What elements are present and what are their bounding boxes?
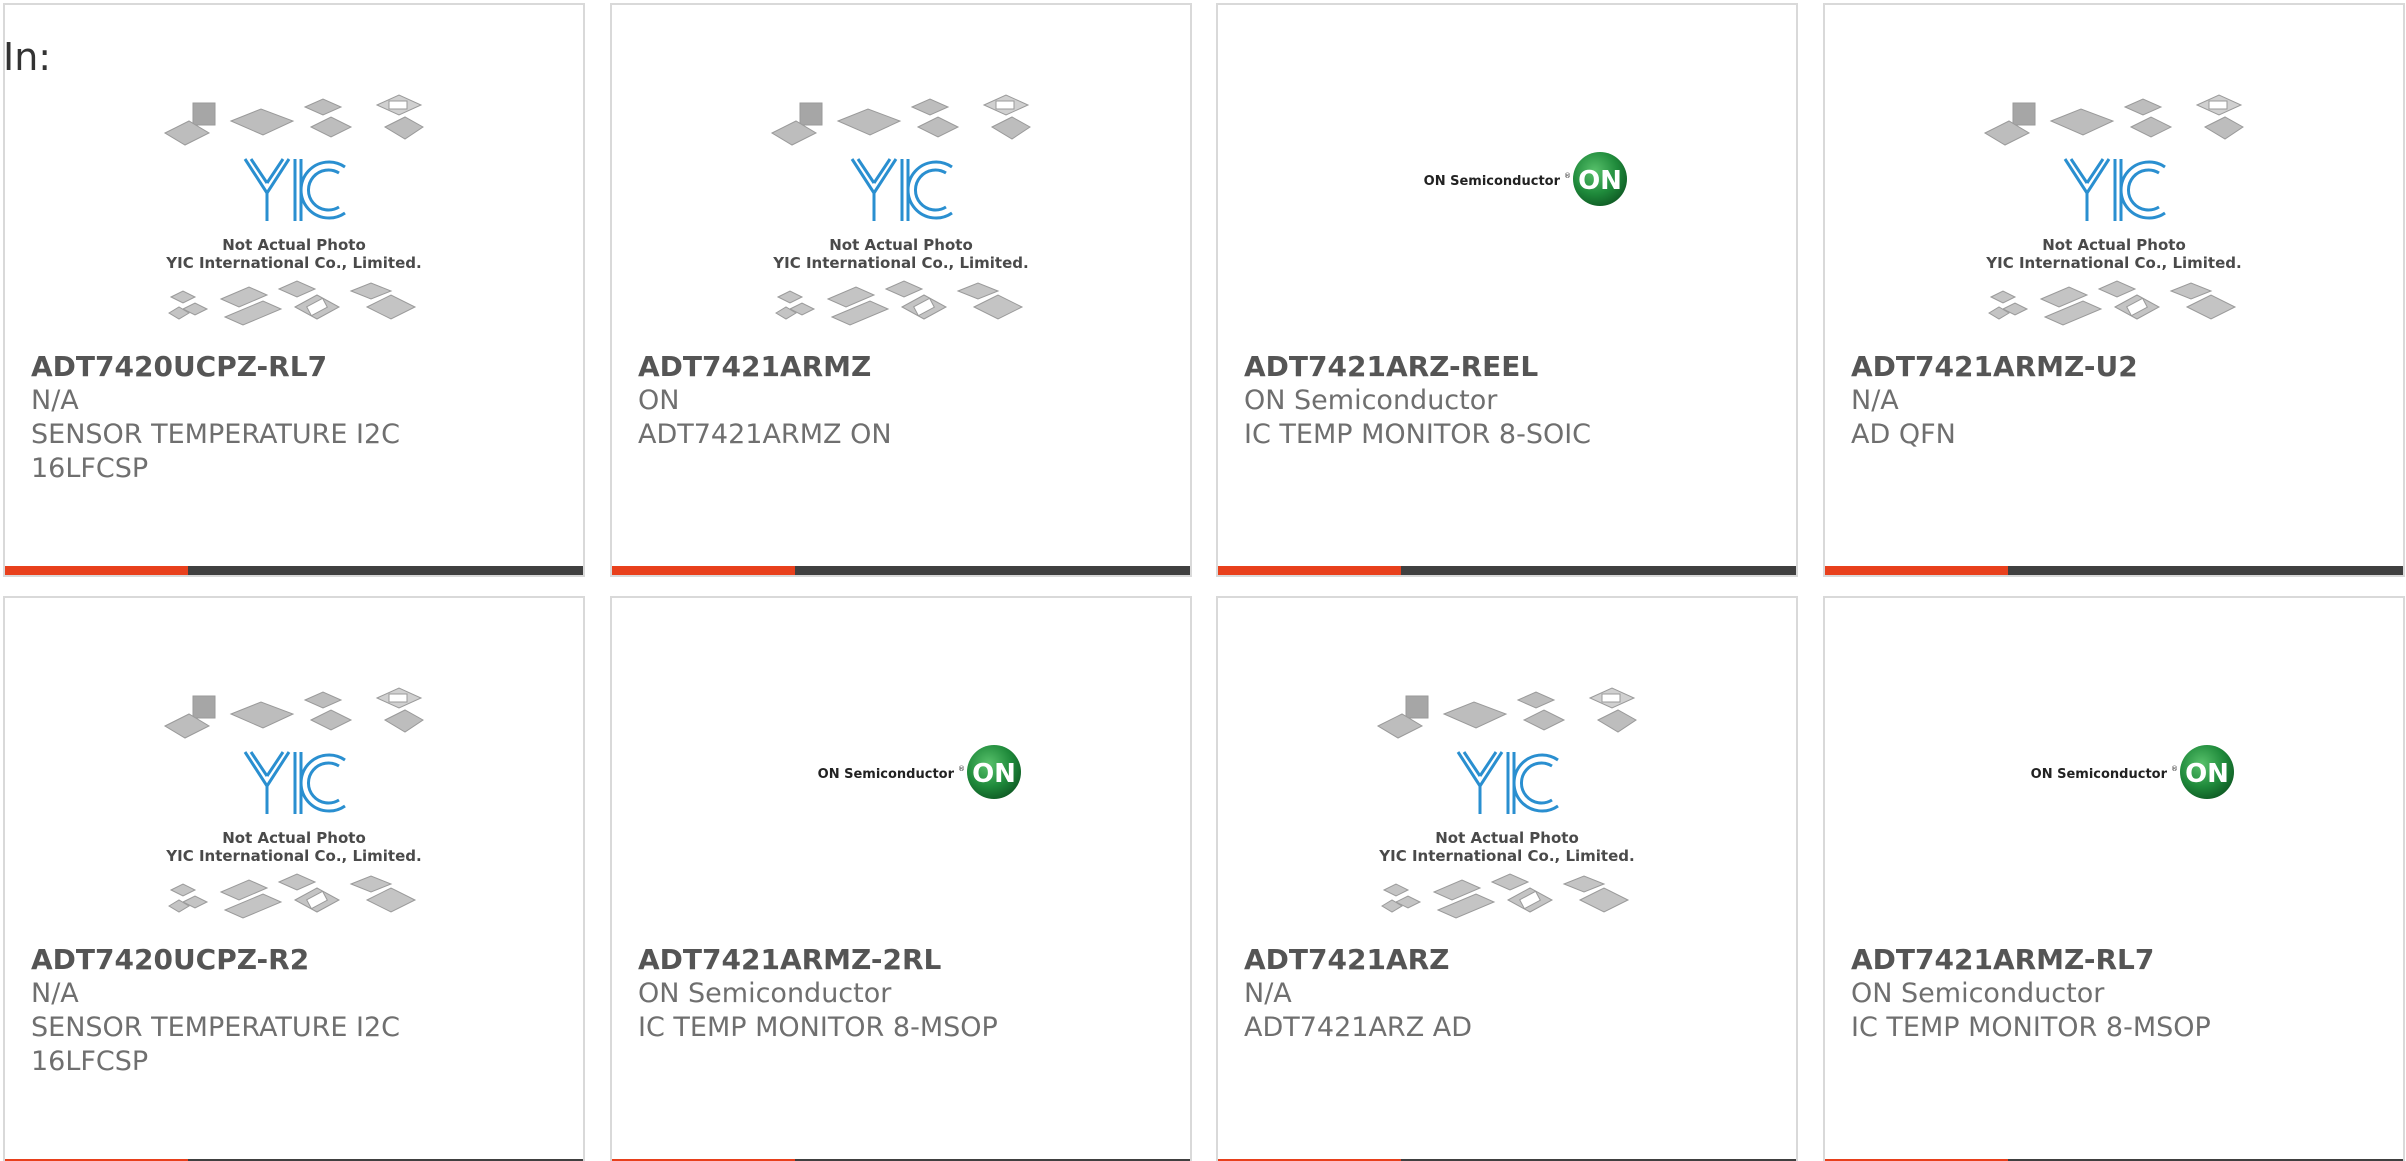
card-bottom-bar xyxy=(1218,566,1796,575)
manufacturer-text: ON Semiconductor xyxy=(638,978,892,1009)
part-number-link[interactable]: ADT7420UCPZ-R2 xyxy=(31,943,551,977)
product-image[interactable]: Not Actual Photo YIC International Co., … xyxy=(5,678,583,948)
product-image[interactable]: Not Actual Photo YIC International Co., … xyxy=(1218,678,1796,948)
product-card[interactable]: Not Actual Photo YIC International Co., … xyxy=(1216,596,1798,1161)
description-text-line2: 16LFCSP xyxy=(31,1046,149,1077)
product-info: ADT7420UCPZ-RL7 N/A SENSOR TEMPERATURE I2C… xyxy=(31,350,551,486)
yic-caption-line2: YIC International Co., Limited. xyxy=(1378,847,1634,865)
product-card[interactable]: Not Actual Photo YIC International Co., … xyxy=(3,596,585,1161)
manufacturer-text: N/A xyxy=(31,385,79,416)
yic-caption-line1: Not Actual Photo xyxy=(2042,236,2186,254)
yic-caption-line1: Not Actual Photo xyxy=(829,236,973,254)
card-accent-bar xyxy=(1825,566,2008,575)
product-card[interactable]: ON Semiconductor ® ON ADT7421ARMZ-RL7 ON … xyxy=(1823,596,2405,1161)
product-info: ADT7421ARMZ-U2 N/A AD QFN xyxy=(1851,350,2371,452)
on-brand-text: ON Semiconductor xyxy=(2031,767,2168,782)
description-text: AD QFN xyxy=(1851,419,1956,450)
product-info: ADT7421ARMZ ON ADT7421ARMZ ON xyxy=(638,350,1158,452)
card-bottom-bar xyxy=(612,566,1190,575)
product-info: ADT7420UCPZ-R2 N/A SENSOR TEMPERATURE I2C 1… xyxy=(31,943,551,1079)
manufacturer-text: ON Semiconductor xyxy=(1851,978,2105,1009)
yic-caption-line1: Not Actual Photo xyxy=(222,829,366,847)
card-accent-bar xyxy=(1218,566,1401,575)
yic-placeholder-image: Not Actual Photo YIC International Co., … xyxy=(1376,687,1637,919)
description-text: ADT7421ARMZ ON xyxy=(638,419,892,450)
yic-caption-line2: YIC International Co., Limited. xyxy=(165,847,421,865)
product-card[interactable]: Not Actual Photo YIC International Co., … xyxy=(1823,3,2405,577)
on-brand-text: ON Semiconductor xyxy=(1424,174,1561,189)
card-bottom-bar xyxy=(5,566,583,575)
description-text: IC TEMP MONITOR 8-MSOP xyxy=(638,1012,998,1043)
on-badge-text: ON xyxy=(2185,759,2229,789)
product-image[interactable]: Not Actual Photo YIC International Co., … xyxy=(1825,85,2403,355)
svg-text:®: ® xyxy=(2171,765,2178,773)
product-info: ADT7421ARMZ-2RL ON Semiconductor IC TEMP M… xyxy=(638,943,1158,1045)
card-bottom-bar xyxy=(1825,566,2403,575)
product-card[interactable]: Not Actual Photo YIC International Co., … xyxy=(610,3,1192,577)
description-text: IC TEMP MONITOR 8-SOIC xyxy=(1244,419,1592,450)
yic-caption-line2: YIC International Co., Limited. xyxy=(772,254,1028,272)
yic-caption-line1: Not Actual Photo xyxy=(1435,829,1579,847)
product-info: ADT7421ARMZ-RL7 ON Semiconductor IC TEMP M… xyxy=(1851,943,2371,1045)
on-badge-text: ON xyxy=(972,759,1016,789)
yic-placeholder-image: Not Actual Photo YIC International Co., … xyxy=(163,687,424,919)
svg-text:®: ® xyxy=(958,765,965,773)
yic-placeholder-image: Not Actual Photo YIC International Co., … xyxy=(163,94,424,326)
in-label: In: xyxy=(3,35,52,79)
manufacturer-text: N/A xyxy=(1851,385,1899,416)
yic-caption-line1: Not Actual Photo xyxy=(222,236,366,254)
product-image[interactable]: ON Semiconductor ® ON xyxy=(1218,85,1796,355)
product-image[interactable]: ON Semiconductor ® ON xyxy=(1825,678,2403,948)
part-number-link[interactable]: ADT7421ARZ xyxy=(1244,943,1764,977)
product-card[interactable]: ON Semiconductor ® ON ADT7421ARMZ-2RL ON … xyxy=(610,596,1192,1161)
product-card[interactable]: Not Actual Photo YIC International Co., … xyxy=(3,3,585,577)
manufacturer-text: ON Semiconductor xyxy=(1244,385,1498,416)
product-info: ADT7421ARZ N/A ADT7421ARZ AD xyxy=(1244,943,1764,1045)
yic-caption-line2: YIC International Co., Limited. xyxy=(1985,254,2241,272)
product-image[interactable]: Not Actual Photo YIC International Co., … xyxy=(5,85,583,355)
product-card[interactable]: ON Semiconductor ® ON ADT7421ARZ-REEL ON … xyxy=(1216,3,1798,577)
part-number-link[interactable]: ADT7421ARMZ-U2 xyxy=(1851,350,2371,384)
on-brand-text: ON Semiconductor xyxy=(818,767,955,782)
on-badge-text: ON xyxy=(1578,166,1622,196)
on-semiconductor-logo-image: ON Semiconductor ® ON xyxy=(818,745,1021,799)
manufacturer-text: N/A xyxy=(31,978,79,1009)
product-grid-page: In: Not Actual Photo YIC International C… xyxy=(0,0,2406,1161)
part-number-link[interactable]: ADT7421ARMZ-RL7 xyxy=(1851,943,2371,977)
on-semiconductor-logo-image: ON Semiconductor ® ON xyxy=(2031,745,2234,799)
description-text: IC TEMP MONITOR 8-MSOP xyxy=(1851,1012,2211,1043)
product-image[interactable]: Not Actual Photo YIC International Co., … xyxy=(612,85,1190,355)
yic-placeholder-image: Not Actual Photo YIC International Co., … xyxy=(770,94,1031,326)
card-accent-bar xyxy=(612,566,795,575)
yic-placeholder-image: Not Actual Photo YIC International Co., … xyxy=(1983,94,2244,326)
part-number-link[interactable]: ADT7421ARMZ-2RL xyxy=(638,943,1158,977)
svg-text:®: ® xyxy=(1564,172,1571,180)
description-text: SENSOR TEMPERATURE I2C xyxy=(31,1012,401,1043)
description-text: SENSOR TEMPERATURE I2C xyxy=(31,419,401,450)
description-text-line2: 16LFCSP xyxy=(31,453,149,484)
yic-caption-line2: YIC International Co., Limited. xyxy=(165,254,421,272)
part-number-link[interactable]: ADT7421ARMZ xyxy=(638,350,1158,384)
card-accent-bar xyxy=(5,566,188,575)
part-number-link[interactable]: ADT7421ARZ-REEL xyxy=(1244,350,1764,384)
description-text: ADT7421ARZ AD xyxy=(1244,1012,1473,1043)
part-number-link[interactable]: ADT7420UCPZ-RL7 xyxy=(31,350,551,384)
product-info: ADT7421ARZ-REEL ON Semiconductor IC TEMP M… xyxy=(1244,350,1764,452)
manufacturer-text: N/A xyxy=(1244,978,1292,1009)
product-image[interactable]: ON Semiconductor ® ON xyxy=(612,678,1190,948)
on-semiconductor-logo-image: ON Semiconductor ® ON xyxy=(1424,152,1627,206)
manufacturer-text: ON xyxy=(638,385,680,416)
